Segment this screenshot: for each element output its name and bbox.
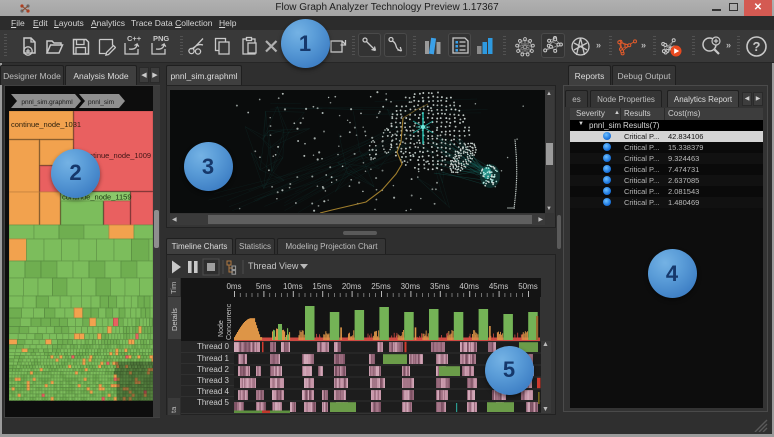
svg-text:0ms: 0ms: [226, 282, 241, 291]
svg-text:continue_node_1031: continue_node_1031: [11, 120, 81, 129]
svg-text:40ms: 40ms: [459, 282, 479, 291]
svg-text:Details: Details: [170, 308, 179, 331]
svg-text:50ms: 50ms: [518, 282, 538, 291]
svg-text:10ms: 10ms: [283, 282, 303, 291]
svg-text:pnnl_sim.graphml: pnnl_sim.graphml: [21, 99, 73, 106]
svg-text:PNG: PNG: [153, 34, 169, 43]
svg-text:30ms: 30ms: [401, 282, 421, 291]
svg-text:Tim: Tim: [169, 282, 178, 294]
svg-text:?: ?: [753, 39, 761, 54]
svg-text:45ms: 45ms: [489, 282, 509, 291]
svg-text:5ms: 5ms: [256, 282, 271, 291]
svg-text:20ms: 20ms: [342, 282, 362, 291]
svg-text:pnnl_sim: pnnl_sim: [88, 99, 114, 106]
svg-text:15ms: 15ms: [312, 282, 332, 291]
svg-text:C++: C++: [127, 34, 142, 43]
svg-text:35ms: 35ms: [430, 282, 450, 291]
svg-text:25ms: 25ms: [371, 282, 391, 291]
svg-text:ta: ta: [169, 406, 178, 413]
